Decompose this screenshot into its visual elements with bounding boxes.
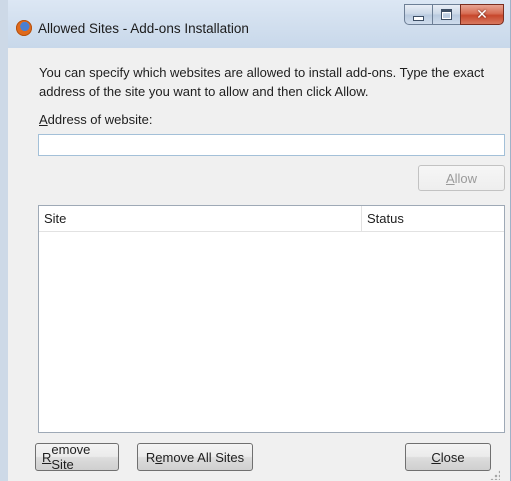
remove-site-accel: R	[42, 449, 52, 465]
dialog-content: You can specify which websites are allow…	[25, 48, 505, 481]
caption-buttons: ✕	[404, 4, 504, 26]
address-label: Address of website:	[39, 112, 152, 127]
close-label-rest: lose	[440, 449, 465, 465]
address-label-rest: ddress of website:	[47, 112, 153, 127]
resize-grip[interactable]	[490, 470, 500, 480]
close-button[interactable]: Close	[405, 443, 491, 471]
list-header: Site Status	[39, 206, 504, 232]
firefox-icon	[16, 20, 32, 36]
remove-site-label-rest: emove Site	[51, 442, 91, 472]
minimize-button[interactable]	[404, 4, 432, 25]
remove-site-button[interactable]: Remove Site	[35, 442, 119, 472]
maximize-icon	[441, 9, 452, 20]
allow-button[interactable]: Allow	[418, 165, 505, 191]
remove-all-sites-button[interactable]: Re move All Sites	[137, 443, 253, 471]
address-input[interactable]	[38, 134, 505, 156]
instructions-text: You can specify which websites are allow…	[39, 65, 485, 99]
column-header-status[interactable]: Status	[362, 206, 504, 231]
window-title: Allowed Sites - Add-ons Installation	[38, 21, 249, 36]
title-bar[interactable]: Allowed Sites - Add-ons Installation ✕	[8, 0, 510, 48]
remove-all-label-rest: move All Sites	[162, 449, 245, 465]
close-icon: ✕	[476, 6, 488, 23]
allow-accel: A	[445, 170, 455, 186]
minimize-icon	[413, 15, 424, 21]
column-header-site[interactable]: Site	[39, 206, 362, 231]
sites-list[interactable]: Site Status	[38, 205, 505, 433]
maximize-button[interactable]	[432, 4, 460, 25]
remove-all-label-pre: R	[145, 449, 156, 465]
allowed-sites-dialog: Allowed Sites - Add-ons Installation ✕ Y…	[0, 0, 511, 481]
remove-all-accel: e	[155, 449, 163, 465]
close-window-button[interactable]: ✕	[460, 4, 504, 25]
address-label-accel: A	[39, 112, 48, 127]
allow-label-rest: llow	[454, 170, 478, 186]
close-accel: C	[431, 449, 441, 465]
